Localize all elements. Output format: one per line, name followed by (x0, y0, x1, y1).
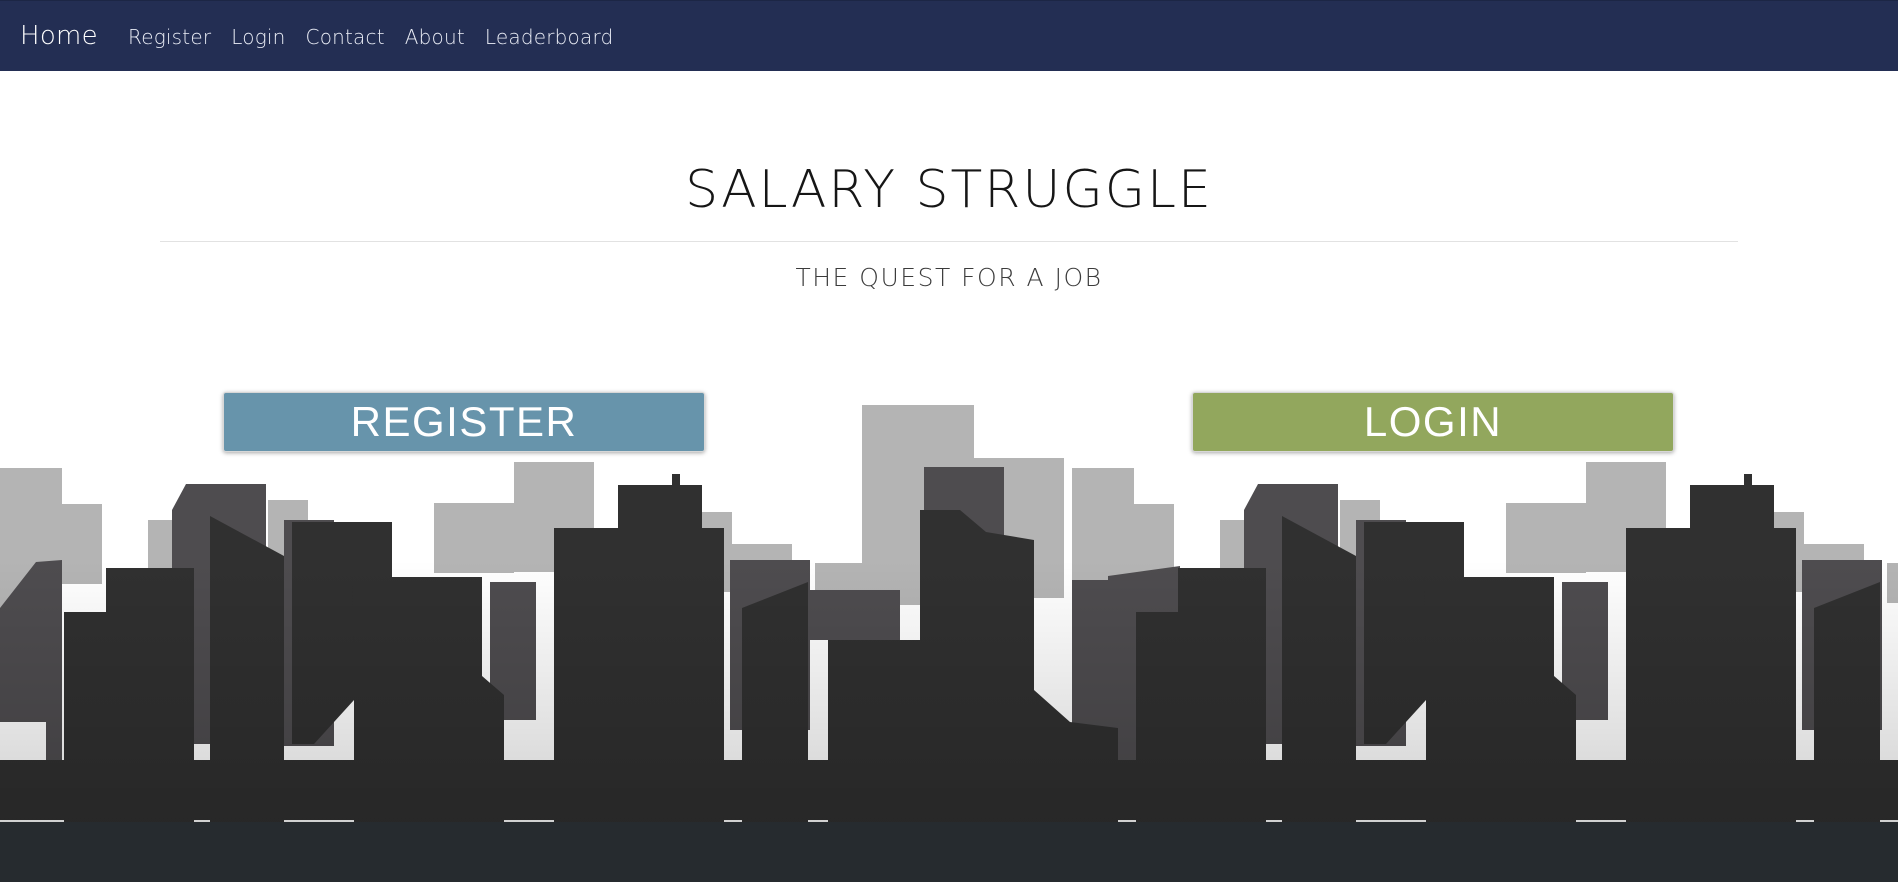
city-skyline-illustration (0, 405, 1898, 882)
home-link[interactable]: Home (20, 20, 98, 52)
nav-link-login[interactable]: Login (231, 24, 285, 50)
login-button[interactable]: LOGIN (1192, 392, 1674, 452)
top-navbar: Home Register Login Contact About Leader… (0, 0, 1898, 71)
title-divider (160, 241, 1738, 242)
landing-page: Home Register Login Contact About Leader… (0, 0, 1898, 882)
page-subtitle: THE QUEST FOR A JOB (795, 263, 1103, 292)
page-title: SALARY STRUGGLE (685, 160, 1213, 220)
nav-link-contact[interactable]: Contact (306, 24, 385, 50)
nav-link-about[interactable]: About (405, 24, 465, 50)
nav-links: Register Login Contact About Leaderboard (128, 24, 633, 50)
nav-link-leaderboard[interactable]: Leaderboard (485, 24, 614, 50)
nav-link-register[interactable]: Register (128, 24, 211, 50)
ground-strip (0, 822, 1898, 882)
register-button[interactable]: REGISTER (223, 392, 705, 452)
